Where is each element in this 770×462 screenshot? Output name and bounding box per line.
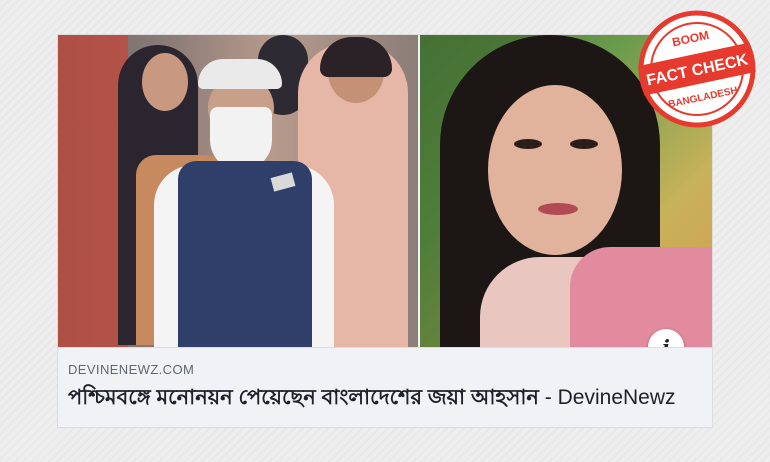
face-1: [142, 53, 188, 111]
headline-text: পশ্চিমবঙ্গে মনোনয়ন পেয়েছেন বাংলাদেশের …: [68, 386, 539, 409]
right-eye: [570, 139, 598, 149]
left-photo: [58, 35, 418, 347]
headline-separator: -: [538, 386, 558, 409]
left-eye: [514, 139, 542, 149]
link-preview-card[interactable]: i DEVINENEWZ.COM পশ্চিমবঙ্গে মনোনয়ন পেয…: [58, 35, 712, 427]
link-domain: DEVINENEWZ.COM: [68, 362, 195, 377]
link-meta[interactable]: DEVINENEWZ.COM পশ্চিমবঙ্গে মনোনয়ন পেয়ে…: [58, 347, 712, 427]
man-vest: [178, 161, 312, 347]
man-hair: [198, 59, 282, 89]
blouse: [570, 247, 712, 347]
link-headline[interactable]: পশ্চিমবঙ্গে মনোনয়ন পেয়েছেন বাংলাদেশের …: [68, 384, 688, 412]
lips: [538, 203, 578, 215]
hair-2: [320, 37, 392, 77]
headline-source: DevineNewz: [557, 386, 676, 409]
face: [488, 85, 622, 255]
fact-check-stamp: BOOM FACT CHECK BANGLADESH: [638, 10, 756, 128]
